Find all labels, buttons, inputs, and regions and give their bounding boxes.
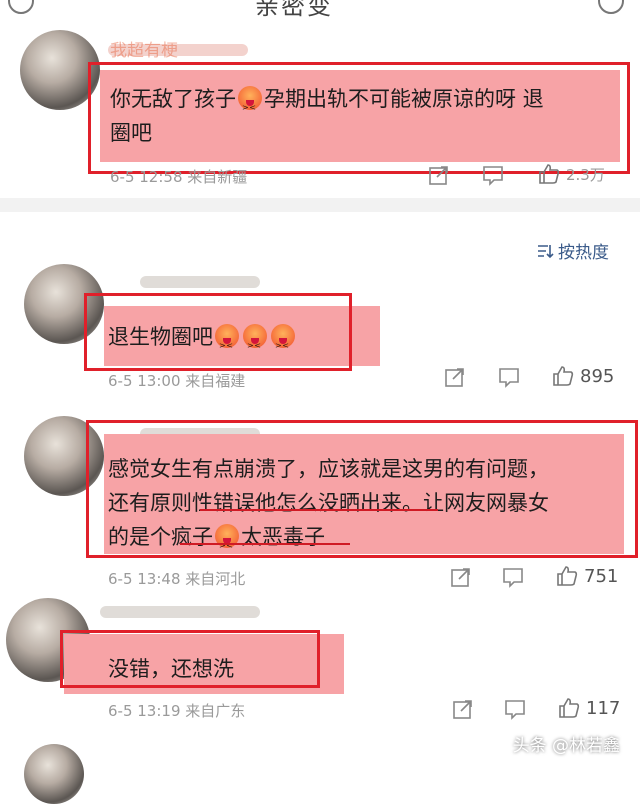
crying-laugh-emoji-icon — [238, 86, 262, 127]
like-icon — [557, 566, 578, 586]
red-strikethrough — [180, 543, 350, 545]
comment-text-line3: 的是个疯子 太恶毒子 — [108, 518, 325, 565]
section-divider — [0, 198, 640, 212]
comment-meta: 6-5 13:00 来自福建 — [108, 370, 245, 391]
page-title: 亲密变 — [255, 0, 333, 20]
like-button[interactable]: 2.3万 — [538, 163, 605, 185]
comment-button[interactable] — [482, 164, 504, 186]
like-count: 117 — [586, 697, 621, 719]
comment-text: 你无敌了孩子 孕期出轨不可能被原谅的呀 退 — [110, 80, 544, 127]
red-strikethrough — [200, 509, 438, 511]
comment-button[interactable] — [498, 366, 520, 388]
comment-button[interactable] — [504, 698, 526, 720]
like-icon — [559, 698, 580, 718]
like-button[interactable]: 751 — [556, 565, 618, 587]
comment-meta: 6-5 12:58 来自新疆 — [110, 166, 247, 187]
comment-text-line2: 圈吧 — [110, 121, 152, 145]
more-icon[interactable] — [598, 0, 624, 14]
username[interactable]: 我超有梗 — [110, 36, 178, 61]
comment-icon — [503, 568, 523, 588]
like-icon — [539, 164, 560, 184]
like-button[interactable]: 117 — [558, 697, 620, 719]
comment-text-line2: 还有原则性错误他怎么没晒出来。让网友网暴女 — [108, 491, 549, 515]
share-icon — [445, 368, 464, 387]
comment-icon — [483, 166, 503, 186]
comment-button[interactable] — [502, 566, 524, 588]
share-button[interactable] — [452, 698, 474, 720]
username-blurred[interactable] — [140, 276, 260, 288]
comment-location: 来自河北 — [185, 570, 246, 588]
like-button[interactable]: 895 — [552, 365, 614, 387]
like-count: 751 — [584, 565, 619, 587]
comment-text-line3b: 太恶毒子 — [241, 525, 325, 549]
tongue-emoji-icon — [243, 324, 267, 365]
comment-time: 6-5 13:48 — [108, 570, 181, 588]
comment-time: 6-5 13:00 — [108, 372, 181, 390]
comment-text-line1: 你无敌了孩子 — [110, 87, 236, 111]
comment-icon — [505, 700, 525, 720]
username-blurred[interactable] — [100, 606, 260, 618]
comment-text-line1: 感觉女生有点崩溃了，应该就是这男的有问题， — [108, 457, 549, 481]
sort-icon — [538, 244, 554, 258]
like-icon — [553, 366, 574, 386]
tongue-emoji-icon — [215, 324, 239, 365]
avatar[interactable] — [24, 744, 84, 804]
comment-location: 来自新疆 — [187, 168, 248, 186]
comment-text: 没错，还想洗 — [108, 657, 234, 681]
share-button[interactable] — [428, 164, 450, 186]
share-icon — [453, 700, 472, 719]
share-icon — [429, 166, 448, 185]
comment-location: 来自福建 — [185, 372, 246, 390]
share-button[interactable] — [450, 566, 472, 588]
share-button[interactable] — [444, 366, 466, 388]
comment-text-line1b: 孕期出轨不可能被原谅的呀 退 — [264, 87, 544, 111]
comment-location: 来自广东 — [185, 702, 246, 720]
top-bar: 亲密变 — [0, 0, 640, 24]
share-icon — [451, 568, 470, 587]
comment-time: 6-5 12:58 — [110, 168, 183, 186]
annotation-box — [88, 62, 630, 174]
comment-text: 退生物圈吧 — [108, 318, 297, 365]
watermark: 头条 @林若鑫 — [512, 736, 620, 756]
sort-label: 按热度 — [558, 243, 609, 263]
comment-meta: 6-5 13:19 来自广东 — [108, 700, 245, 721]
tongue-emoji-icon — [271, 324, 295, 365]
sort-by-hot-button[interactable]: 按热度 — [536, 238, 609, 263]
comment-time: 6-5 13:19 — [108, 702, 181, 720]
back-icon[interactable] — [8, 0, 34, 14]
comment-text-main: 退生物圈吧 — [108, 325, 213, 349]
like-count: 2.3万 — [566, 165, 605, 184]
comment-meta: 6-5 13:48 来自河北 — [108, 568, 245, 589]
comment-text-line3a: 的是个疯子 — [108, 525, 213, 549]
comment-icon — [499, 368, 519, 388]
like-count: 895 — [580, 365, 615, 387]
